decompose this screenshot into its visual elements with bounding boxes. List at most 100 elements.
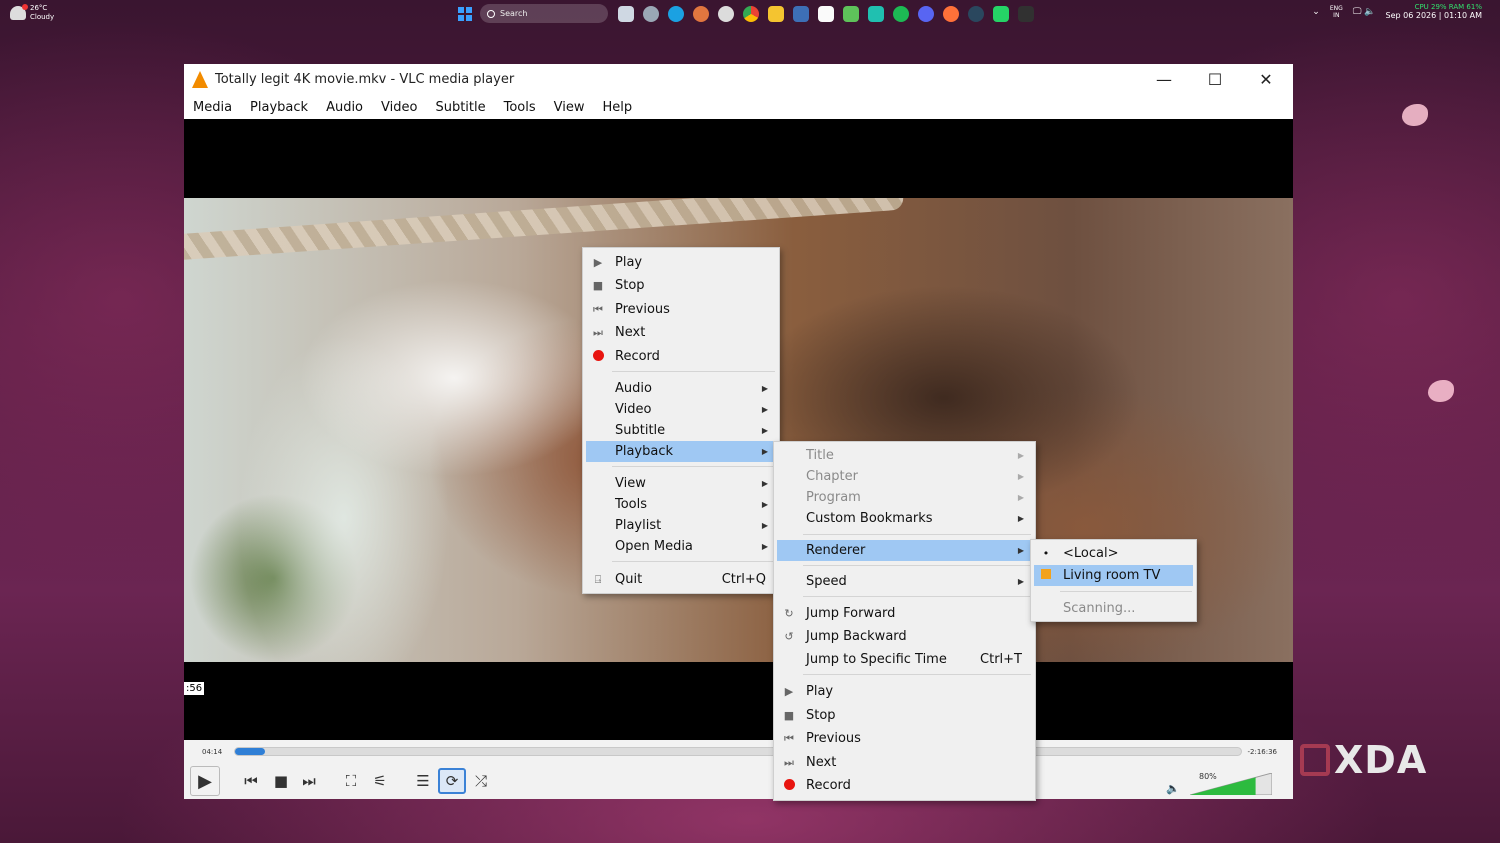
speaker-icon[interactable]: 🔈 [1166, 782, 1180, 795]
menu-item-next[interactable]: ⏭ Next [586, 322, 776, 343]
menu-item-tools[interactable]: Tools ▶ [586, 494, 776, 515]
menu-item-renderer[interactable]: Renderer ▶ [777, 540, 1032, 561]
menu-item-program[interactable]: Program ▶ [777, 487, 1032, 508]
discord-icon[interactable] [918, 6, 934, 22]
shuffle-button[interactable]: ⤮ [468, 768, 494, 794]
menu-item-custom-bookmarks[interactable]: Custom Bookmarks ▶ [777, 508, 1032, 529]
menu-item-jump-to-time[interactable]: Jump to Specific Time Ctrl+T [777, 649, 1032, 670]
extended-settings-button[interactable]: ⚟ [367, 768, 393, 794]
menu-item-playback[interactable]: Playback ▶ [586, 441, 776, 462]
context-menu: ▶ Play ■ Stop ⏮ Previous ⏭ Next Record Audio… [582, 247, 780, 594]
notepad-icon[interactable] [843, 6, 859, 22]
app-icon[interactable] [868, 6, 884, 22]
next-button[interactable]: ⏭ [296, 768, 322, 794]
play-button[interactable]: ▶ [190, 766, 220, 796]
menu-view[interactable]: View [554, 100, 594, 115]
menu-item-jump-backward[interactable]: ↺ Jump Backward [777, 626, 1032, 647]
chevron-right-icon: ▶ [1017, 472, 1024, 481]
menu-item-living-room-tv[interactable]: Living room TV [1034, 565, 1193, 586]
whatsapp-icon[interactable] [993, 6, 1009, 22]
menu-item-label: Play [806, 684, 834, 699]
edge-icon[interactable] [668, 6, 684, 22]
steam-client-icon[interactable] [968, 6, 984, 22]
clock[interactable]: Sep 06 2026 | 01:10 AM [1386, 11, 1482, 20]
menu-item-record[interactable]: Record [777, 775, 1032, 796]
taskbar-search[interactable]: Search [480, 4, 608, 23]
calendar-icon[interactable] [818, 6, 834, 22]
menu-item-previous[interactable]: ⏮ Previous [586, 299, 776, 320]
menu-help[interactable]: Help [603, 100, 642, 115]
chrome-icon[interactable] [743, 6, 759, 22]
menu-item-quit[interactable]: ⍈ Quit Ctrl+Q [586, 569, 776, 590]
windows-start-icon[interactable] [458, 7, 472, 21]
menu-item-chapter[interactable]: Chapter ▶ [777, 466, 1032, 487]
weather-widget[interactable]: 26°C Cloudy [10, 4, 54, 22]
menu-separator [1060, 591, 1192, 592]
task-manager-icon[interactable] [793, 6, 809, 22]
menu-video[interactable]: Video [381, 100, 426, 115]
menu-playback[interactable]: Playback [250, 100, 317, 115]
video-content [184, 198, 904, 263]
fullscreen-button[interactable]: ⛶ [338, 768, 364, 794]
playlist-button[interactable]: ☰ [410, 768, 436, 794]
language-indicator[interactable]: ENG IN [1330, 5, 1343, 19]
menu-tools[interactable]: Tools [504, 100, 545, 115]
taskbar: 26°C Cloudy Search ⌄ ENG IN 🖵 🔈 CPU 29% … [0, 0, 1500, 28]
menu-item-subtitle[interactable]: Subtitle ▶ [586, 420, 776, 441]
menu-separator [612, 561, 775, 562]
previous-button[interactable]: ⏮ [238, 768, 264, 794]
taskbar-apps [618, 6, 1034, 22]
epic-games-icon[interactable] [1018, 6, 1034, 22]
menu-item-label: Speed [806, 574, 847, 589]
menu-item-play[interactable]: ▶ Play [777, 681, 1032, 702]
remaining-time[interactable]: -2:16:36 [1247, 748, 1277, 756]
previous-icon: ⏮ [593, 302, 603, 316]
region-code: IN [1333, 11, 1340, 19]
menu-item-speed[interactable]: Speed ▶ [777, 571, 1032, 592]
seek-progress [235, 748, 266, 755]
system-tray: ⌄ ENG IN 🖵 🔈 CPU 29% RAM 61% Sep 06 2026… [1312, 3, 1482, 20]
seek-bar[interactable] [234, 747, 1242, 756]
menu-item-next[interactable]: ⏭ Next [777, 752, 1032, 773]
menu-item-title[interactable]: Title ▶ [777, 445, 1032, 466]
network-volume-icon[interactable]: 🖵 🔈 [1353, 7, 1376, 17]
menu-separator [612, 371, 775, 372]
menu-item-stop[interactable]: ■ Stop [586, 275, 776, 296]
folder-icon[interactable] [768, 6, 784, 22]
menu-item-audio[interactable]: Audio ▶ [586, 378, 776, 399]
play-icon: ▶ [784, 685, 794, 698]
spotify-icon[interactable] [893, 6, 909, 22]
chatgpt-icon[interactable] [718, 6, 734, 22]
renderer-submenu: • <Local> Living room TV Scanning... [1030, 539, 1197, 622]
file-explorer-icon[interactable] [618, 6, 634, 22]
menu-item-open-media[interactable]: Open Media ▶ [586, 536, 776, 557]
menu-item-renderer-local[interactable]: • <Local> [1034, 543, 1193, 564]
menu-item-label: Audio [615, 381, 652, 396]
stop-icon: ■ [783, 709, 795, 722]
minimize-button[interactable]: — [1139, 64, 1189, 95]
xda-watermark: XDA [1300, 738, 1427, 782]
menu-item-video[interactable]: Video ▶ [586, 399, 776, 420]
maximize-button[interactable]: ☐ [1190, 64, 1240, 95]
menu-item-previous[interactable]: ⏮ Previous [777, 728, 1032, 749]
menu-audio[interactable]: Audio [326, 100, 372, 115]
menu-media[interactable]: Media [193, 100, 241, 115]
menu-subtitle[interactable]: Subtitle [435, 100, 494, 115]
menu-separator [803, 674, 1031, 675]
menu-item-record[interactable]: Record [586, 346, 776, 367]
elapsed-time: 04:14 [202, 748, 223, 756]
firefox-icon[interactable] [943, 6, 959, 22]
claude-icon[interactable] [693, 6, 709, 22]
menu-item-jump-forward[interactable]: ↻ Jump Forward [777, 603, 1032, 624]
menu-item-stop[interactable]: ■ Stop [777, 705, 1032, 726]
menu-item-view[interactable]: View ▶ [586, 473, 776, 494]
steam-icon[interactable] [643, 6, 659, 22]
menu-item-playlist[interactable]: Playlist ▶ [586, 515, 776, 536]
chevron-up-icon[interactable]: ⌄ [1312, 7, 1320, 17]
title-bar[interactable]: Totally legit 4K movie.mkv - VLC media p… [184, 64, 1293, 95]
menu-item-play[interactable]: ▶ Play [586, 252, 776, 273]
close-button[interactable]: ✕ [1241, 64, 1291, 95]
stop-button[interactable]: ■ [268, 768, 294, 794]
menu-item-label: Video [615, 402, 652, 417]
loop-button[interactable]: ⟳ [438, 768, 466, 794]
